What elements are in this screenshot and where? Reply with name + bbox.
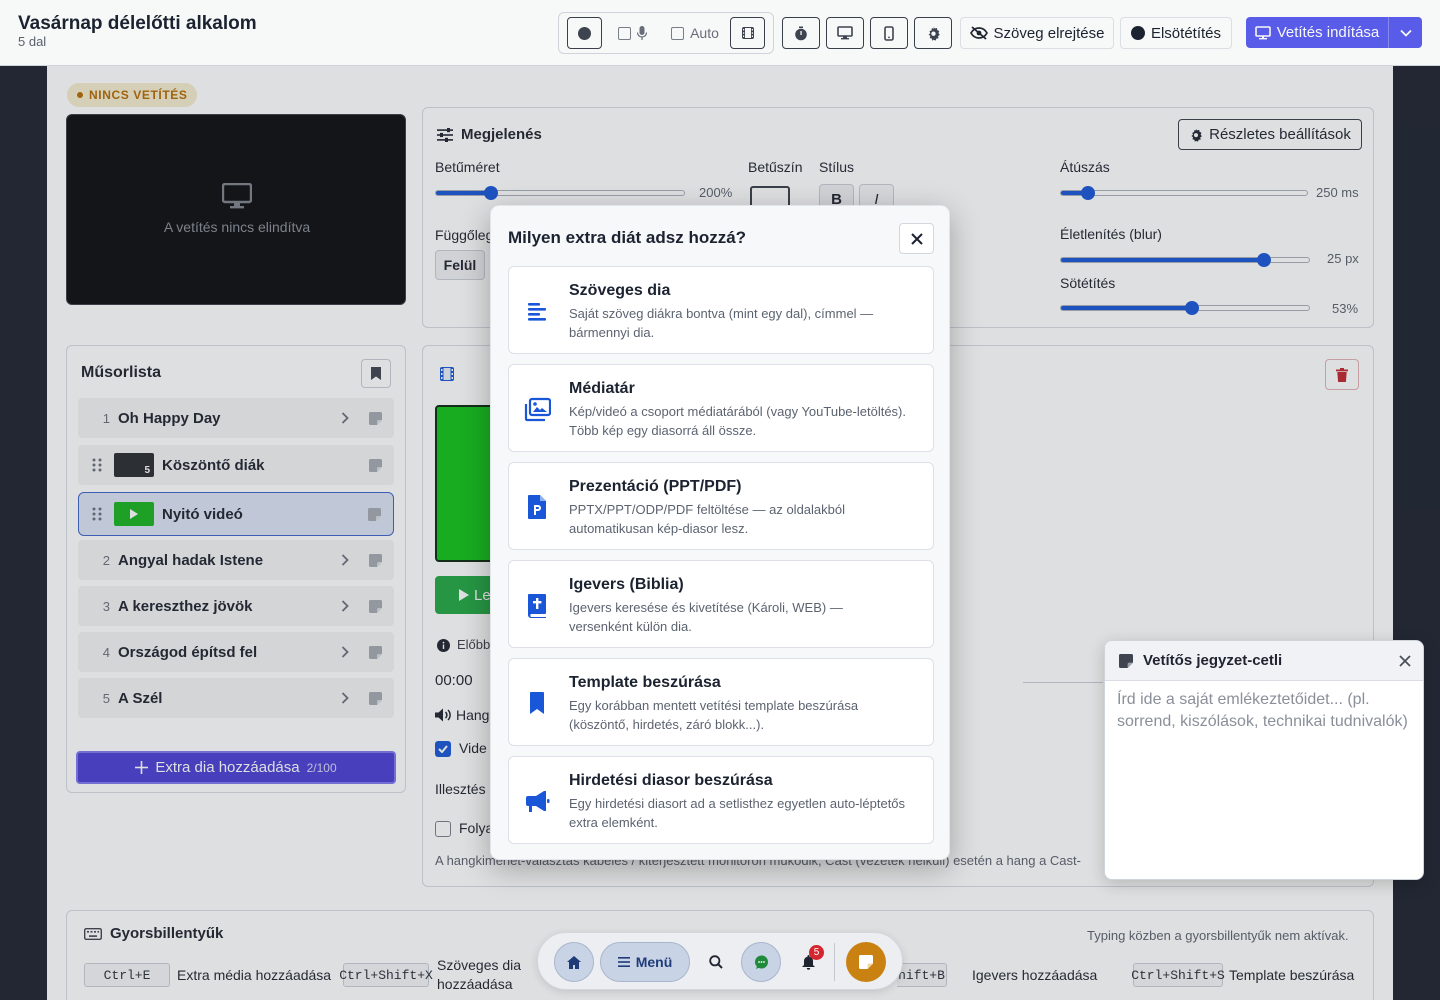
option-title: Igevers (Biblia): [569, 576, 684, 593]
option-description: Saját szöveg diákra bontva (mint egy dal…: [569, 306, 874, 340]
search-button[interactable]: [696, 942, 736, 982]
option-title: Template beszúrása: [569, 674, 721, 691]
home-icon: [567, 955, 581, 969]
close-icon[interactable]: [1399, 655, 1411, 667]
option-description: PPTX/PPT/ODP/PDF feltöltése — az oldalak…: [569, 502, 845, 536]
bottom-bar: Menü 5: [537, 932, 903, 990]
file-powerpoint-icon: [528, 495, 546, 519]
menu-icon: [617, 957, 630, 967]
option-announcement[interactable]: Hirdetési diasor beszúrása Egy hirdetési…: [508, 756, 934, 844]
sticky-note-icon: [1119, 654, 1133, 668]
option-description: Kép/videó a csoport médiatárából (vagy Y…: [569, 404, 906, 438]
chat-icon: [754, 955, 768, 969]
bookmark-icon: [530, 692, 544, 714]
option-description: Igevers keresése és kivetítése (Károli, …: [569, 600, 843, 634]
option-description: Egy korábban mentett vetítési template b…: [569, 698, 859, 732]
close-icon: [910, 232, 923, 245]
align-left-icon: [528, 303, 546, 321]
sticky-note-panel: Vetítős jegyzet-cetli: [1104, 640, 1424, 880]
search-icon: [709, 955, 723, 969]
modal-backdrop-header: [0, 0, 1440, 66]
modal-title: Milyen extra diát adsz hozzá?: [508, 228, 747, 247]
megaphone-icon: [526, 791, 550, 812]
bottom-bar-divider: [834, 943, 835, 981]
note-toggle-button[interactable]: [846, 942, 886, 982]
option-title: Prezentáció (PPT/PDF): [569, 478, 742, 495]
modal-close-button[interactable]: [899, 223, 934, 254]
option-text-slide[interactable]: Szöveges dia Saját szöveg diákra bontva …: [508, 266, 934, 354]
chat-button[interactable]: [741, 942, 781, 982]
menu-button[interactable]: Menü: [600, 942, 690, 982]
option-title: Médiatár: [569, 380, 635, 397]
option-template[interactable]: Template beszúrása Egy korábban mentett …: [508, 658, 934, 746]
sticky-note-title: Vetítős jegyzet-cetli: [1143, 652, 1283, 669]
sticky-note-header: Vetítős jegyzet-cetli: [1105, 641, 1423, 681]
bible-icon: [528, 594, 546, 618]
home-button[interactable]: [554, 942, 594, 982]
option-title: Hirdetési diasor beszúrása: [569, 772, 773, 789]
menu-label: Menü: [635, 954, 673, 970]
notification-count-badge: 5: [809, 945, 824, 960]
option-title: Szöveges dia: [569, 282, 671, 299]
sticky-note-textarea[interactable]: [1105, 681, 1423, 879]
option-media-library[interactable]: Médiatár Kép/videó a csoport médiatárábó…: [508, 364, 934, 452]
add-extra-slide-modal: Milyen extra diát adsz hozzá? Szöveges d…: [490, 205, 950, 860]
images-icon: [524, 397, 551, 422]
option-description: Egy hirdetési diasort ad a setlisthez eg…: [569, 796, 906, 830]
notifications-button[interactable]: 5: [788, 942, 828, 982]
option-bible-verse[interactable]: Igevers (Biblia) Igevers keresése és kiv…: [508, 560, 934, 648]
option-presentation[interactable]: Prezentáció (PPT/PDF) PPTX/PPT/ODP/PDF f…: [508, 462, 934, 550]
sticky-note-icon: [859, 955, 873, 969]
